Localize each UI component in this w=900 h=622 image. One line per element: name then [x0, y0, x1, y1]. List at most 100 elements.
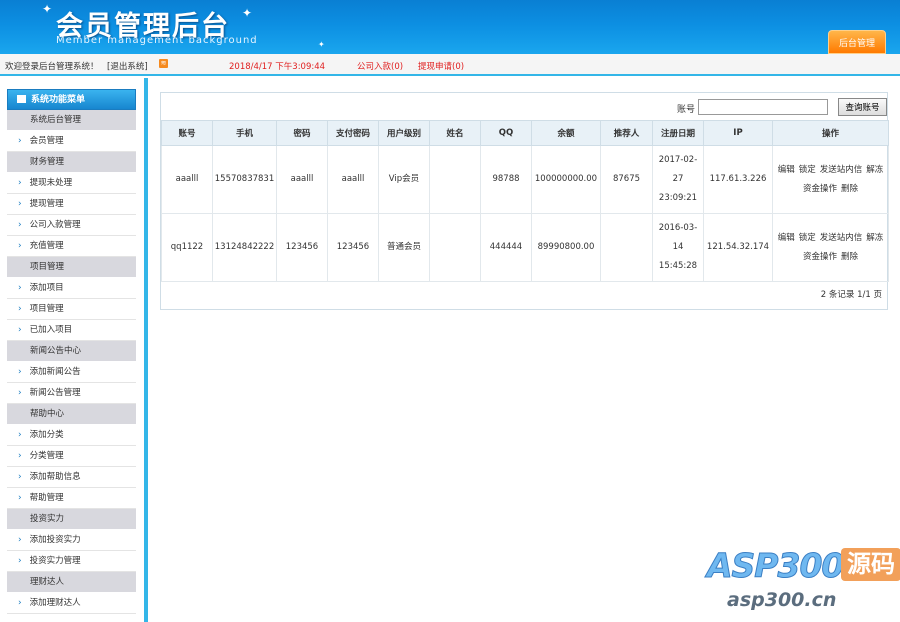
- sidebar-item-label: 投资实力管理: [29, 556, 81, 566]
- column-header: QQ: [480, 120, 532, 146]
- datetime-text: 2018/4/17 下午3:09:44: [229, 62, 326, 72]
- table-row: qq1122 13124842222 123456 123456 普通会员 44…: [161, 213, 889, 282]
- cell-referrer: [600, 213, 653, 282]
- sidebar-item[interactable]: › 项目管理: [7, 299, 136, 320]
- tab-admin[interactable]: 后台管理: [828, 30, 886, 54]
- watermark-brand: ASP300: [706, 546, 844, 586]
- column-header: 手机: [212, 120, 277, 146]
- cell-level: Vip会员: [378, 145, 430, 214]
- menu-icon: [17, 95, 26, 103]
- funds-link[interactable]: 资金操作: [803, 252, 837, 262]
- chevron-right-icon: ›: [18, 220, 22, 230]
- cell-pay-password: aaalll: [327, 145, 379, 214]
- column-header: 注册日期: [652, 120, 704, 146]
- sidebar-item[interactable]: › 投资实力管理: [7, 551, 136, 572]
- app-subtitle: Member management background: [56, 35, 258, 46]
- cell-qq: 444444: [480, 213, 532, 282]
- sidebar-item[interactable]: › 公司入款管理: [7, 215, 136, 236]
- edit-link[interactable]: 编辑: [778, 233, 795, 243]
- star-icon: ✦: [318, 40, 325, 49]
- sidebar-section[interactable]: 新闻公告中心: [7, 341, 136, 362]
- chevron-right-icon: ›: [18, 283, 22, 293]
- sidebar-item[interactable]: › 帮助管理: [7, 488, 136, 509]
- sidebar-item[interactable]: › 添加新闻公告: [7, 362, 136, 383]
- sidebar-title: 系统功能菜单: [31, 95, 86, 105]
- chevron-right-icon: ›: [18, 178, 22, 188]
- sidebar-item[interactable]: › 添加分类: [7, 425, 136, 446]
- sidebar-section[interactable]: 项目管理: [7, 257, 136, 278]
- sidebar-item[interactable]: › 提现管理: [7, 194, 136, 215]
- chevron-right-icon: ›: [18, 472, 22, 482]
- cell-balance: 89990800.00: [531, 213, 601, 282]
- sidebar-item[interactable]: › 添加投资实力: [7, 530, 136, 551]
- cell-account: qq1122: [161, 213, 213, 282]
- sidebar-item-label: 提现未处理: [29, 178, 73, 188]
- column-header: 支付密码: [327, 120, 379, 146]
- delete-link[interactable]: 删除: [841, 252, 858, 262]
- sidebar-section[interactable]: 理财达人: [7, 572, 136, 593]
- funds-link[interactable]: 资金操作: [803, 184, 837, 194]
- search-input[interactable]: [698, 99, 828, 115]
- time-part: 23:09:21: [658, 193, 698, 203]
- sidebar-item-label: 会员管理: [29, 136, 64, 146]
- sidebar-section[interactable]: 投资实力: [7, 509, 136, 530]
- edit-link[interactable]: 编辑: [778, 165, 795, 175]
- star-icon: ✦: [42, 2, 53, 16]
- column-header: 余额: [531, 120, 601, 146]
- sidebar-section[interactable]: 财务管理: [7, 152, 136, 173]
- send-message-link[interactable]: 发送站内信: [820, 165, 863, 175]
- search-row: 账号 查询账号: [161, 93, 887, 120]
- send-message-link[interactable]: 发送站内信: [820, 233, 863, 243]
- sidebar-item-label: 公司入款管理: [29, 220, 81, 230]
- cell-pay-password: 123456: [327, 213, 379, 282]
- sidebar-item[interactable]: › 充值管理: [7, 236, 136, 257]
- chevron-right-icon: ›: [18, 535, 22, 545]
- delete-link[interactable]: 删除: [841, 184, 858, 194]
- logout-link[interactable]: [退出系统]: [107, 60, 148, 72]
- cell-password: 123456: [276, 213, 328, 282]
- date-part: 27: [672, 174, 684, 184]
- sidebar-item[interactable]: › 已加入项目: [7, 320, 136, 341]
- cell-name: [429, 145, 481, 214]
- time-part: 15:45:28: [658, 261, 698, 271]
- sidebar-item[interactable]: › 添加项目: [7, 278, 136, 299]
- sidebar-item-label: 分类管理: [29, 451, 64, 461]
- column-header: 账号: [161, 120, 213, 146]
- chevron-right-icon: ›: [18, 430, 22, 440]
- search-button[interactable]: 查询账号: [838, 98, 887, 116]
- sidebar-list: 系统后台管理 › 会员管理 财务管理 › 提现未处理 › 提现管理 › 公司入款管理 › 充值管理 项目…: [7, 110, 136, 614]
- member-table: 账号 手机 密码 支付密码 用户级别 姓名 QQ 余额 推荐人 注册日期 IP …: [161, 120, 889, 282]
- table-header-row: 账号 手机 密码 支付密码 用户级别 姓名 QQ 余额 推荐人 注册日期 IP …: [161, 120, 889, 146]
- sidebar-item-label: 添加新闻公告: [29, 367, 81, 377]
- chevron-right-icon: ›: [18, 241, 22, 251]
- sidebar-item[interactable]: › 分类管理: [7, 446, 136, 467]
- cell-ip: 117.61.3.226: [703, 145, 773, 214]
- column-header: 姓名: [429, 120, 481, 146]
- unfreeze-link[interactable]: 解冻: [866, 165, 883, 175]
- chevron-right-icon: ›: [18, 388, 22, 398]
- lock-link[interactable]: 锁定: [799, 233, 816, 243]
- sidebar-item[interactable]: › 新闻公告管理: [7, 383, 136, 404]
- sidebar-item-label: 充值管理: [29, 241, 64, 251]
- sidebar-section[interactable]: 系统后台管理: [7, 110, 136, 131]
- column-header: 操作: [772, 120, 889, 146]
- sidebar-item-label: 已加入项目: [29, 325, 73, 335]
- sidebar-item[interactable]: › 添加帮助信息: [7, 467, 136, 488]
- sidebar-section[interactable]: 帮助中心: [7, 404, 136, 425]
- main-content: 账号 查询账号 账号 手机 密码 支付密码 用户级别 姓名 QQ 余额 推荐人: [152, 78, 900, 622]
- sidebar-item[interactable]: › 添加理财达人: [7, 593, 136, 614]
- status-bar: 欢迎登录后台管理系统！ [退出系统] ≋ 2018/4/17 下午3:09:44…: [0, 54, 900, 76]
- cell-actions: 编辑 锁定 发送站内信 解冻 资金操作 删除: [772, 145, 889, 214]
- date-part: 2017-02-: [658, 155, 698, 165]
- company-deposit-link[interactable]: 公司入款(0): [357, 60, 403, 72]
- watermark-logo: ASP300 源码 asp300.cn: [706, 546, 900, 622]
- sidebar-item[interactable]: › 会员管理: [7, 131, 136, 152]
- column-header: 密码: [276, 120, 328, 146]
- chevron-right-icon: ›: [18, 304, 22, 314]
- lock-link[interactable]: 锁定: [799, 165, 816, 175]
- withdraw-request-link[interactable]: 提现申请(0): [418, 60, 464, 72]
- welcome-text: 欢迎登录后台管理系统！: [5, 62, 99, 72]
- unfreeze-link[interactable]: 解冻: [866, 233, 883, 243]
- sidebar-header: 系统功能菜单: [7, 89, 136, 110]
- sidebar-item[interactable]: › 提现未处理: [7, 173, 136, 194]
